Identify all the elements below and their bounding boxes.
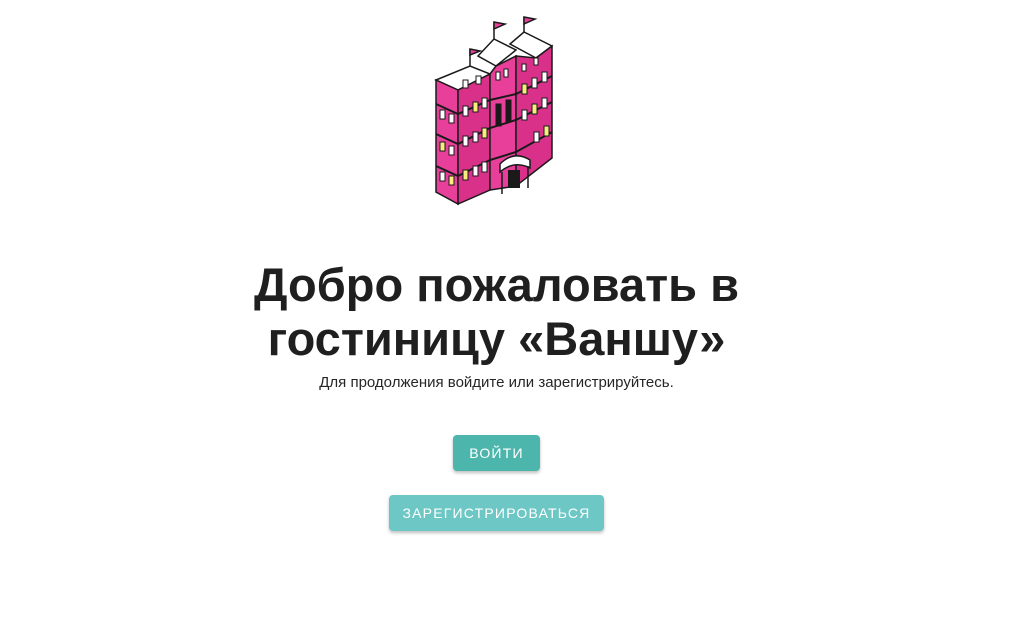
hotel-building-icon <box>434 16 554 206</box>
register-button[interactable]: ЗАРЕГИСТРИРОВАТЬСЯ <box>389 495 604 531</box>
login-button[interactable]: ВОЙТИ <box>453 435 540 471</box>
page-title: Добро пожаловать в гостиницу «Ваншу» <box>0 258 993 366</box>
page-subtitle: Для продолжения войдите или зарегистриру… <box>319 374 674 391</box>
title-line-2: гостиницу «Ваншу» <box>267 312 726 365</box>
welcome-page: Добро пожаловать в гостиницу «Ваншу» Для… <box>0 0 1021 630</box>
title-line-1: Добро пожаловать в <box>253 258 739 311</box>
